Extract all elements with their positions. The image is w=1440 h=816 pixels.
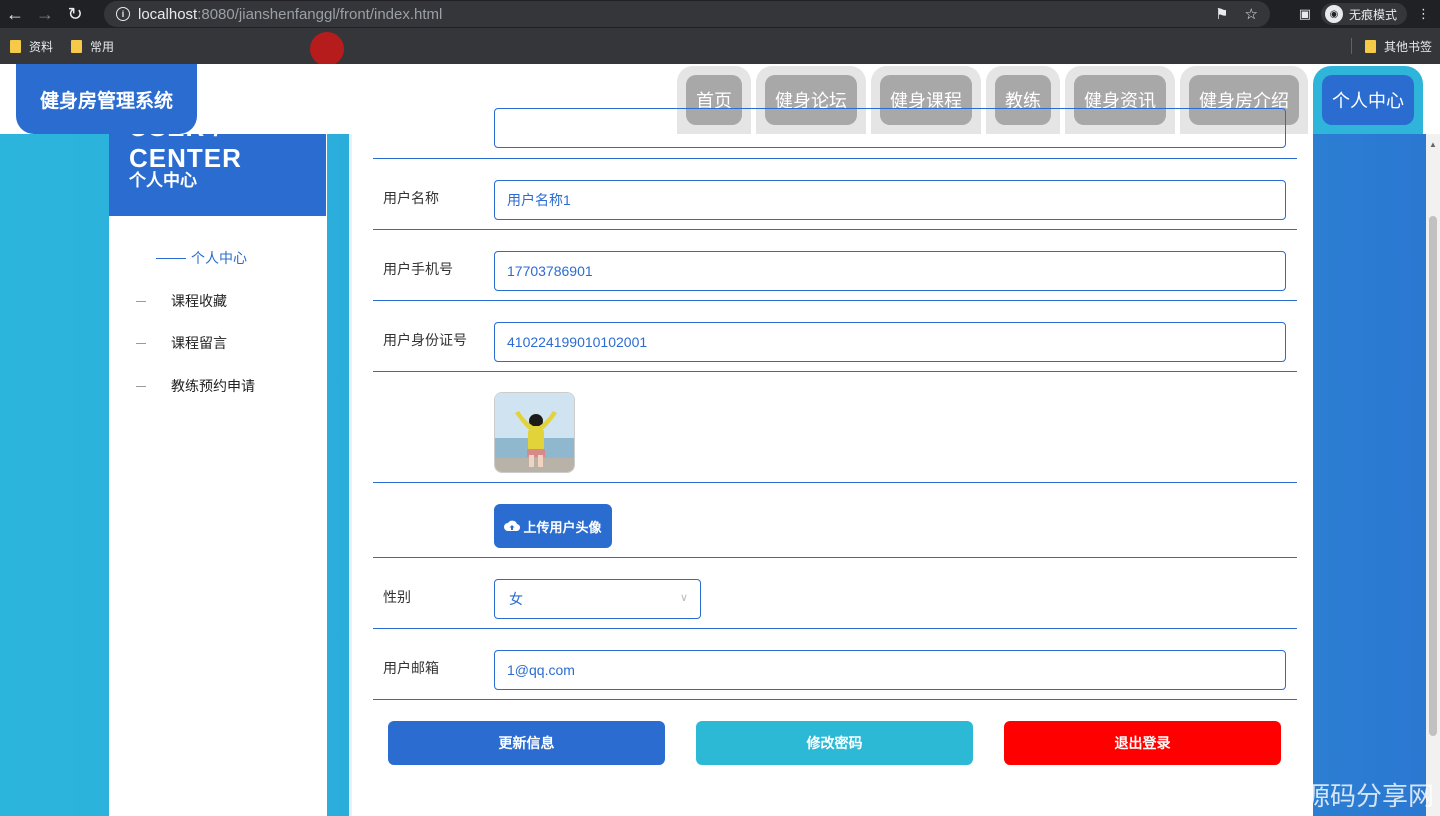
sidebar-title: 个人中心 [129,171,197,190]
sidebar-item-course-favorites[interactable]: 课程收藏 [109,291,227,311]
incognito-icon: ◉ [1324,5,1343,23]
avatar-photo [495,393,574,472]
gender-select[interactable]: 女 ∨ [494,579,701,619]
sidebar-item-user-center[interactable]: 个人中心 [109,248,247,268]
sidebar-item-label: 个人中心 [191,250,247,266]
address-bar[interactable]: i localhost:8080/jianshenfanggl/front/in… [104,1,1270,27]
sidebar-item-label: 课程收藏 [171,293,227,309]
idcard-field[interactable]: 410224199010102001 [494,322,1286,362]
avatar [494,392,575,473]
mouse-cursor-highlight [310,32,344,66]
folder-icon [71,39,83,53]
row-divider [373,300,1297,301]
chevron-down-icon: ∨ [679,592,688,604]
bookmarks-bar: 资料 常用 其他书签 [0,28,1440,64]
profile-form: 用户名称 用户名称1 用户手机号 17703786901 用户身份证号 4102… [349,108,1313,816]
row-divider [373,557,1297,558]
bookmark-label: 资料 [29,39,54,54]
truncated-field[interactable] [494,108,1286,148]
bookmark-folder[interactable]: 常用 [71,38,114,55]
sidebar-item-coach-booking[interactable]: 教练预约申请 [109,376,255,396]
row-divider [373,482,1297,483]
email-label: 用户邮箱 [383,660,439,676]
logout-button[interactable]: 退出登录 [1004,721,1281,765]
scroll-up-icon[interactable]: ▲ [1429,140,1437,149]
reload-icon[interactable]: ↻ [60,0,90,28]
nav-label: 个人中心 [1322,75,1414,125]
idcard-label: 用户身份证号 [383,332,467,348]
watermark: CSDN @程序猿毕设源码分享网 [1066,781,1434,811]
username-label: 用户名称 [383,190,439,206]
bookmark-star-icon[interactable]: ☆ [1245,5,1258,23]
folder-icon [10,39,21,53]
site-logo[interactable]: 健身房管理系统 [16,64,197,134]
gender-label: 性别 [383,589,411,605]
update-info-button[interactable]: 更新信息 [388,721,665,765]
menu-dash [136,300,146,302]
sidebar-item-course-messages[interactable]: 课程留言 [109,333,227,353]
phone-field[interactable]: 17703786901 [494,251,1286,291]
nav-user-center[interactable]: 个人中心 [1313,66,1423,134]
page-scrollbar[interactable]: ▲ [1426,134,1440,816]
cloud-upload-icon [504,520,521,532]
back-icon[interactable]: ← [0,0,30,28]
sidebar: USER / CENTER 个人中心 个人中心 课程收藏 课程留言 教练预约申请 [109,134,327,816]
bookmarks-divider [1351,38,1352,54]
incognito-badge[interactable]: ◉ 无痕模式 [1320,3,1407,25]
translate-icon[interactable]: ⚑ [1215,5,1228,23]
folder-icon [1364,40,1376,53]
row-divider [373,371,1297,372]
phone-label: 用户手机号 [383,261,453,277]
sidepanel-icon[interactable]: ▣ [1299,6,1311,22]
email-field[interactable]: 1@qq.com [494,650,1286,690]
incognito-label: 无痕模式 [1348,7,1397,22]
browser-toolbar: ← → ↻ i localhost:8080/jianshenfanggl/fr… [0,0,1440,28]
menu-dash [156,257,186,259]
page-background: 健身房管理系统 首页 健身论坛 健身课程 教练 健身资讯 健身房介绍 个人中心 … [0,64,1440,816]
row-divider [373,628,1297,629]
row-divider [373,229,1297,230]
upload-avatar-button[interactable]: 上传用户头像 [494,504,612,548]
sidebar-item-label: 教练预约申请 [171,378,255,394]
other-bookmarks-label: 其他书签 [1383,40,1432,54]
other-bookmarks[interactable]: 其他书签 [1364,38,1432,55]
gender-value: 女 [509,591,523,607]
forward-icon[interactable]: → [30,0,60,28]
row-divider [373,699,1297,700]
menu-kebab-icon[interactable]: ⋮ [1417,6,1430,22]
username-field[interactable]: 用户名称1 [494,180,1286,220]
row-divider [373,158,1297,159]
scrollbar-thumb[interactable] [1429,216,1437,736]
change-password-button[interactable]: 修改密码 [696,721,973,765]
bookmark-label: 常用 [90,39,115,54]
menu-dash [136,342,146,344]
url-host: localhost [138,5,198,23]
site-info-icon[interactable]: i [116,7,130,21]
upload-avatar-label: 上传用户头像 [523,519,602,535]
url-path: :8080/jianshenfanggl/front/index.html [197,5,443,23]
sidebar-item-label: 课程留言 [171,335,227,351]
bookmark-folder[interactable]: 资料 [10,38,53,55]
menu-dash [136,385,146,387]
sidebar-header: USER / CENTER 个人中心 [109,134,326,216]
